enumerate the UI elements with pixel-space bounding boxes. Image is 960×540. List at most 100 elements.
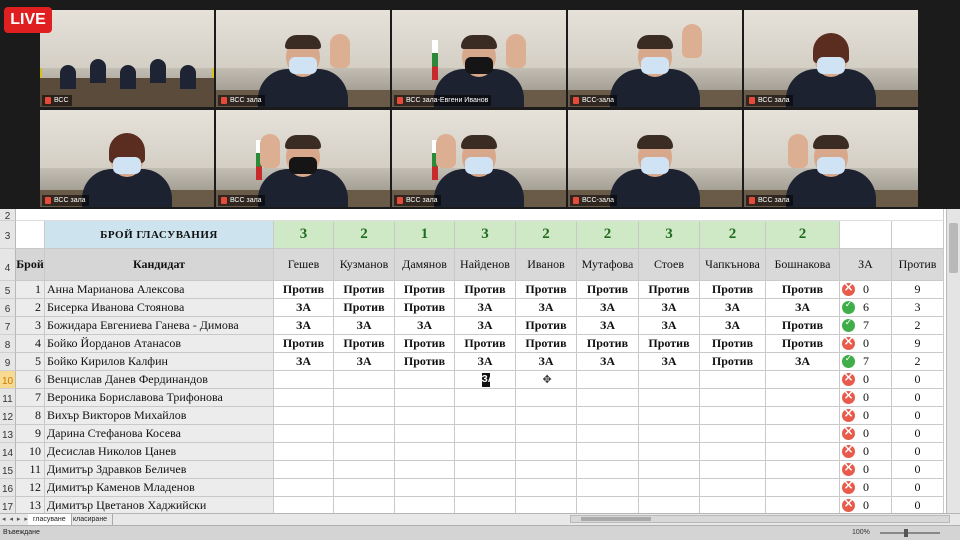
vote-cell[interactable] xyxy=(700,479,766,497)
vote-cell[interactable]: Против xyxy=(334,281,395,299)
vote-cell[interactable]: ЗА xyxy=(766,299,840,317)
candidate-name[interactable]: Десислав Николов Цанев xyxy=(45,443,274,461)
vote-cell[interactable]: ЗА xyxy=(274,317,334,335)
vote-cell[interactable] xyxy=(639,371,700,389)
column-header-member[interactable]: Иванов xyxy=(516,249,577,281)
against-count[interactable]: 0 xyxy=(892,479,944,497)
vote-cell[interactable] xyxy=(334,479,395,497)
row-number[interactable]: 12 xyxy=(0,407,16,425)
video-tile[interactable]: ВСС xyxy=(40,10,214,107)
column-header-number[interactable]: Брой xyxy=(16,249,45,281)
vote-cell[interactable] xyxy=(334,389,395,407)
vote-cell[interactable] xyxy=(700,389,766,407)
candidate-name[interactable]: Дарина Стефанова Косева xyxy=(45,425,274,443)
video-tile[interactable]: ВСС-зала xyxy=(568,110,742,207)
candidate-number[interactable]: 9 xyxy=(16,425,45,443)
vote-cell[interactable] xyxy=(455,425,516,443)
vote-cell[interactable] xyxy=(516,461,577,479)
row-number[interactable]: 10 xyxy=(0,371,16,389)
vote-cell[interactable]: Против xyxy=(395,335,455,353)
candidate-name[interactable]: Бойко Кирилов Калфин xyxy=(45,353,274,371)
against-count[interactable]: 0 xyxy=(892,443,944,461)
against-count[interactable]: 2 xyxy=(892,317,944,335)
column-header-member[interactable]: Дамянов xyxy=(395,249,455,281)
vote-cell[interactable]: Против xyxy=(766,335,840,353)
vote-cell[interactable] xyxy=(577,371,639,389)
vote-cell[interactable] xyxy=(334,371,395,389)
vote-cell[interactable] xyxy=(455,461,516,479)
vote-cell[interactable]: Против xyxy=(334,299,395,317)
vote-cell[interactable]: Против xyxy=(766,281,840,299)
vote-cell[interactable] xyxy=(274,425,334,443)
vote-cell[interactable] xyxy=(334,461,395,479)
row-number[interactable]: 8 xyxy=(0,335,16,353)
empty-cell[interactable] xyxy=(840,221,892,249)
empty-cell[interactable] xyxy=(892,221,944,249)
vote-cell[interactable] xyxy=(766,425,840,443)
vote-cell[interactable] xyxy=(274,443,334,461)
candidate-name[interactable]: Бойко Йорданов Атанасов xyxy=(45,335,274,353)
vote-cell[interactable]: Против xyxy=(577,281,639,299)
for-count[interactable]: 0 xyxy=(840,407,892,425)
vote-cell[interactable] xyxy=(395,479,455,497)
votes-count-cell[interactable]: 3 xyxy=(274,221,334,249)
vertical-scrollbar[interactable] xyxy=(946,209,960,516)
against-count[interactable]: 9 xyxy=(892,281,944,299)
for-count[interactable]: 0 xyxy=(840,461,892,479)
vote-cell[interactable]: ЗА xyxy=(700,299,766,317)
video-tile[interactable]: ВСС зала xyxy=(216,10,390,107)
votes-count-cell[interactable]: 1 xyxy=(395,221,455,249)
column-header-candidate[interactable]: Кандидат xyxy=(45,249,274,281)
vote-cell[interactable]: Против xyxy=(639,281,700,299)
horizontal-scrollbar[interactable] xyxy=(570,515,950,523)
vote-cell[interactable]: ЗА xyxy=(516,299,577,317)
candidate-name[interactable]: Венцислав Данев Фердинандов xyxy=(45,371,274,389)
row-number[interactable]: 2 xyxy=(0,209,16,222)
column-header-member[interactable]: Мутафова xyxy=(577,249,639,281)
vote-cell[interactable]: ЗА xyxy=(700,317,766,335)
video-tile[interactable]: ВСС зала xyxy=(216,110,390,207)
column-header-member[interactable]: Кузманов xyxy=(334,249,395,281)
vote-cell[interactable]: Против xyxy=(334,335,395,353)
blank-row[interactable] xyxy=(16,209,944,221)
for-count[interactable]: 0 xyxy=(840,479,892,497)
column-header-for[interactable]: ЗА xyxy=(840,249,892,281)
for-count[interactable]: 0 xyxy=(840,281,892,299)
vote-cell[interactable]: Против xyxy=(455,335,516,353)
vote-cell[interactable] xyxy=(395,443,455,461)
vote-cell[interactable]: Против xyxy=(639,335,700,353)
vote-cell[interactable]: Против xyxy=(274,335,334,353)
vote-cell[interactable] xyxy=(516,443,577,461)
candidate-number[interactable]: 11 xyxy=(16,461,45,479)
vote-cell[interactable]: ЗА xyxy=(395,317,455,335)
column-header-member[interactable]: Стоев xyxy=(639,249,700,281)
vote-cell[interactable]: ЗА xyxy=(639,299,700,317)
for-count[interactable]: 0 xyxy=(840,371,892,389)
vote-cell[interactable] xyxy=(577,479,639,497)
vote-cell[interactable]: ЗА xyxy=(274,299,334,317)
vote-cell[interactable] xyxy=(700,425,766,443)
vote-cell[interactable] xyxy=(577,443,639,461)
vote-cell[interactable]: Против xyxy=(700,281,766,299)
candidate-name[interactable]: Вихър Викторов Михайлов xyxy=(45,407,274,425)
vote-cell[interactable]: ЗА xyxy=(334,353,395,371)
vote-cell[interactable]: Против xyxy=(700,335,766,353)
for-count[interactable]: 6 xyxy=(840,299,892,317)
row-number[interactable]: 16 xyxy=(0,479,16,497)
row-number[interactable]: 4 xyxy=(0,249,16,281)
vote-cell[interactable] xyxy=(516,389,577,407)
tab-ranking[interactable]: класиране xyxy=(68,514,114,525)
candidate-number[interactable]: 6 xyxy=(16,371,45,389)
vote-cell[interactable]: Против xyxy=(516,335,577,353)
against-count[interactable]: 2 xyxy=(892,353,944,371)
vote-cell[interactable] xyxy=(639,407,700,425)
vote-cell[interactable] xyxy=(766,407,840,425)
votes-count-cell[interactable]: 2 xyxy=(766,221,840,249)
vote-cell[interactable] xyxy=(766,389,840,407)
vote-cell[interactable] xyxy=(700,407,766,425)
for-count[interactable]: 0 xyxy=(840,335,892,353)
row-number[interactable]: 14 xyxy=(0,443,16,461)
vote-cell[interactable] xyxy=(395,389,455,407)
candidate-number[interactable]: 1 xyxy=(16,281,45,299)
for-count[interactable]: 7 xyxy=(840,317,892,335)
